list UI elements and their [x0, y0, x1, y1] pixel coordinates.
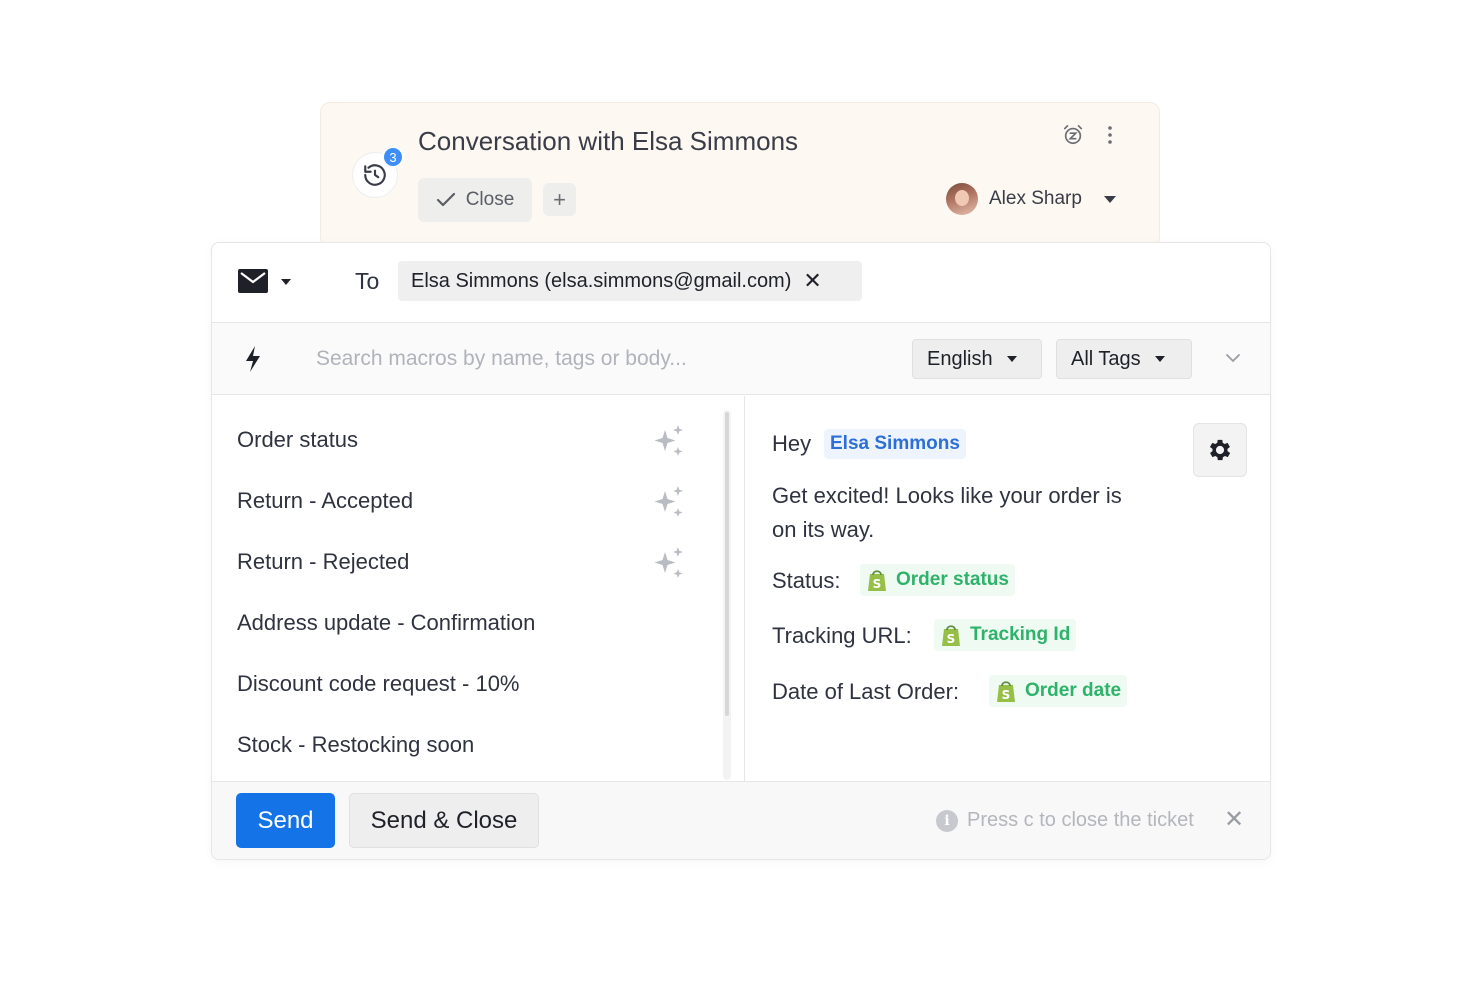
- history-icon: [364, 164, 386, 186]
- last-order-label: Date of Last Order:: [772, 679, 960, 704]
- more-options-icon[interactable]: [1102, 124, 1118, 146]
- tags-filter-value: All Tags: [1071, 347, 1141, 370]
- caret-down-icon: [1006, 356, 1017, 362]
- conversation-header: [320, 102, 1160, 247]
- order-status-variable: S Order status: [860, 564, 1015, 596]
- assignee-avatar[interactable]: [946, 183, 978, 215]
- svg-text:S: S: [947, 632, 956, 646]
- keyboard-hint: Press c to close the ticket: [967, 809, 1194, 831]
- greeting-text: Hey: [772, 431, 812, 456]
- caret-down-icon: [1154, 356, 1165, 362]
- body-line-2: on its way.: [772, 517, 875, 542]
- chevron-down-icon[interactable]: [1224, 351, 1242, 365]
- recipient-address: Elsa Simmons (elsa.simmons@gmail.com): [411, 269, 792, 292]
- close-label: Close: [465, 189, 515, 210]
- shopify-icon: S: [997, 681, 1015, 702]
- history-count-badge: 3: [382, 146, 404, 168]
- status-label: Status:: [772, 568, 841, 593]
- customer-name-variable: Elsa Simmons: [824, 429, 966, 459]
- ai-sparkle-icon: [654, 547, 683, 578]
- send-and-close-button[interactable]: Send & Close: [349, 793, 539, 848]
- macro-item[interactable]: Return - Accepted: [237, 488, 413, 514]
- scrollbar-thumb[interactable]: [725, 412, 729, 716]
- tracking-id-variable: S Tracking Id: [934, 619, 1077, 651]
- order-date-variable: S Order date: [989, 675, 1128, 707]
- recipient-chip: Elsa Simmons (elsa.simmons@gmail.com) ✕: [398, 261, 862, 301]
- lightning-bolt-icon: [246, 346, 260, 372]
- tags-filter-dropdown[interactable]: All Tags: [1056, 339, 1192, 379]
- language-dropdown[interactable]: English: [912, 339, 1042, 379]
- macro-item[interactable]: Order status: [237, 427, 358, 453]
- ai-sparkle-icon: [654, 425, 683, 456]
- order-status-variable-label: Order status: [896, 569, 1009, 590]
- remove-recipient-icon[interactable]: ✕: [803, 270, 821, 292]
- macro-item[interactable]: Stock - Restocking soon: [237, 732, 474, 758]
- dismiss-hint-icon[interactable]: ✕: [1224, 808, 1244, 832]
- macro-item[interactable]: Address update - Confirmation: [237, 610, 535, 636]
- tracking-id-variable-label: Tracking Id: [970, 624, 1071, 645]
- channel-dropdown-caret-icon[interactable]: [281, 279, 291, 285]
- ai-sparkle-icon: [654, 486, 683, 517]
- panel-divider: [744, 396, 745, 781]
- svg-text:S: S: [873, 577, 882, 591]
- tracking-label: Tracking URL:: [772, 623, 912, 648]
- close-ticket-button[interactable]: Close: [418, 178, 532, 222]
- assignee-name[interactable]: Alex Sharp: [989, 188, 1082, 210]
- email-channel-icon[interactable]: [238, 269, 268, 293]
- macro-search-input[interactable]: [316, 343, 876, 375]
- order-date-variable-label: Order date: [1025, 680, 1122, 701]
- shopify-icon: S: [942, 625, 960, 646]
- page-title: Conversation with Elsa Simmons: [418, 126, 799, 156]
- gear-icon: [1209, 439, 1231, 461]
- add-button[interactable]: +: [543, 183, 576, 216]
- body-line-1: Get excited! Looks like your order is: [772, 483, 1122, 508]
- macro-item[interactable]: Discount code request - 10%: [237, 671, 520, 697]
- check-icon: [436, 192, 455, 207]
- assignee-dropdown-caret-icon[interactable]: [1104, 196, 1116, 203]
- shopify-icon: S: [868, 570, 886, 591]
- macro-item[interactable]: Return - Rejected: [237, 549, 409, 575]
- to-label: To: [355, 268, 380, 294]
- language-value: English: [927, 347, 993, 370]
- svg-text:S: S: [1002, 688, 1011, 702]
- send-button[interactable]: Send: [236, 793, 335, 848]
- snooze-alarm-icon[interactable]: [1062, 124, 1084, 146]
- info-icon: i: [936, 810, 958, 832]
- macro-settings-button[interactable]: [1193, 423, 1247, 477]
